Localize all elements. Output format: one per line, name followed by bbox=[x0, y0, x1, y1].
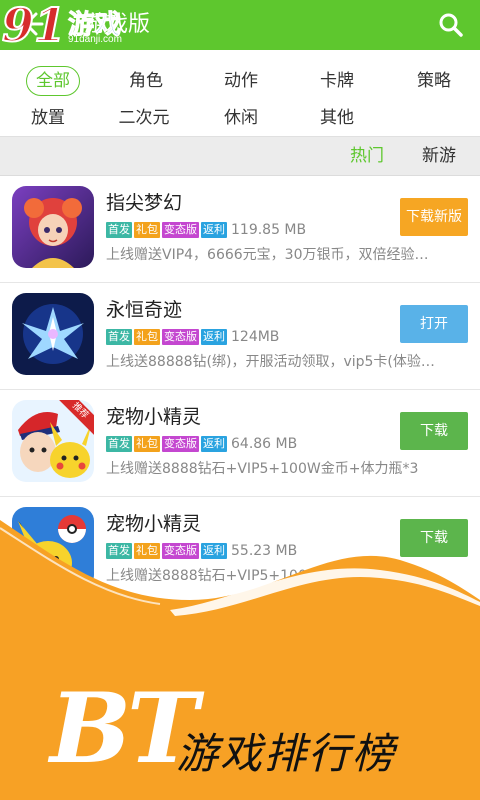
app-description: 上线送88888钻(绑)，开服活动领取，vip5卡(体验… bbox=[106, 354, 435, 370]
category-casual[interactable]: 休闲 bbox=[201, 102, 281, 134]
tag-rebate: 返利 bbox=[201, 436, 227, 452]
category-all[interactable]: 全部 bbox=[26, 66, 80, 96]
app-size: 124MB bbox=[231, 329, 280, 345]
category-action[interactable]: 动作 bbox=[201, 65, 281, 97]
app-description: 上线赠送VIP4，6666元宝，30万银币，双倍经验… bbox=[106, 247, 429, 263]
tag-gift: 礼包 bbox=[134, 222, 160, 238]
tag-rebate: 返利 bbox=[201, 222, 227, 238]
app-header: 游戏版 91 游戏 91danji.com bbox=[0, 0, 480, 53]
tag-gift: 礼包 bbox=[134, 543, 160, 559]
category-idle[interactable]: 放置 bbox=[8, 102, 88, 134]
app-icon[interactable] bbox=[12, 293, 94, 375]
category-anime[interactable]: 二次元 bbox=[104, 102, 184, 134]
tag-variant: 变态版 bbox=[162, 543, 199, 559]
tag-variant: 变态版 bbox=[162, 329, 199, 345]
app-size: 55.23 MB bbox=[231, 543, 298, 559]
app-name: 宠物小精灵 bbox=[106, 406, 202, 428]
tag-variant: 变态版 bbox=[162, 222, 199, 238]
category-other[interactable]: 其他 bbox=[297, 102, 377, 134]
category-role[interactable]: 角色 bbox=[106, 65, 186, 97]
app-name: 永恒奇迹 bbox=[106, 299, 183, 321]
list-item[interactable]: 推荐 宠物小精灵 首发 礼包 变态版 返利 64.86 MB 上线赠送8888钻… bbox=[0, 390, 480, 497]
search-button[interactable] bbox=[438, 12, 464, 38]
app-description: 上线赠送8888钻石+VIP5+100W金币+体 bbox=[106, 568, 375, 584]
winged-emblem-icon bbox=[12, 293, 94, 375]
watermark-url: 91danji.com bbox=[68, 34, 122, 45]
list-item[interactable]: 永恒奇迹 首发 礼包 变态版 返利 124MB 上线送88888钻(绑)，开服活… bbox=[0, 283, 480, 390]
tag-row: 首发 礼包 变态版 返利 119.85 MB bbox=[106, 221, 306, 239]
open-button[interactable]: 打开 bbox=[400, 305, 468, 343]
tag-gift: 礼包 bbox=[134, 329, 160, 345]
sort-bar: 热门 新游 bbox=[0, 136, 480, 176]
tag-row: 首发 礼包 变态版 返利 64.86 MB bbox=[106, 435, 297, 453]
category-card[interactable]: 卡牌 bbox=[297, 65, 377, 97]
app-icon[interactable] bbox=[12, 507, 94, 589]
tag-row: 首发 礼包 变态版 返利 55.23 MB bbox=[106, 542, 297, 560]
watermark-number: 91 bbox=[1, 0, 67, 53]
tag-rebate: 返利 bbox=[201, 543, 227, 559]
tag-gift: 礼包 bbox=[134, 436, 160, 452]
promo-bt-text: BT bbox=[50, 672, 199, 785]
pikachu-pokeball-icon bbox=[12, 507, 94, 589]
download-new-button[interactable]: 下载新版 bbox=[400, 198, 468, 236]
app-description: 上线赠送8888钻石+VIP5+100W金币+体力瓶*3 bbox=[106, 461, 419, 477]
category-grid: 全部 角色 动作 卡牌 策略 放置 二次元 休闲 其他 bbox=[0, 60, 480, 136]
watermark-logo: 91 游戏 91danji.com bbox=[1, 0, 152, 53]
tag-first-release: 首发 bbox=[106, 436, 132, 452]
download-button[interactable]: 下载 bbox=[400, 412, 468, 450]
category-strategy[interactable]: 策略 bbox=[394, 65, 474, 97]
sort-new-tab[interactable]: 新游 bbox=[422, 137, 456, 175]
tag-rebate: 返利 bbox=[201, 329, 227, 345]
tag-first-release: 首发 bbox=[106, 329, 132, 345]
download-button[interactable]: 下载 bbox=[400, 519, 468, 557]
list-item[interactable]: 宠物小精灵 首发 礼包 变态版 返利 55.23 MB 上线赠送8888钻石+V… bbox=[0, 497, 480, 604]
app-name: 宠物小精灵 bbox=[106, 513, 202, 535]
app-icon[interactable]: 推荐 bbox=[12, 400, 94, 482]
tag-first-release: 首发 bbox=[106, 543, 132, 559]
search-icon bbox=[439, 13, 463, 37]
app-size: 119.85 MB bbox=[231, 222, 307, 238]
promo-caption: 游戏排行榜 bbox=[176, 729, 397, 778]
tag-row: 首发 礼包 变态版 返利 124MB bbox=[106, 328, 279, 346]
list-item[interactable]: 指尖梦幻 首发 礼包 变态版 返利 119.85 MB 上线赠送VIP4，666… bbox=[0, 176, 480, 283]
app-size: 64.86 MB bbox=[231, 436, 298, 452]
tag-first-release: 首发 bbox=[106, 222, 132, 238]
tag-variant: 变态版 bbox=[162, 436, 199, 452]
app-icon[interactable] bbox=[12, 186, 94, 268]
sort-hot-tab[interactable]: 热门 bbox=[350, 137, 384, 175]
app-name: 指尖梦幻 bbox=[106, 192, 183, 214]
fairy-girl-icon bbox=[12, 186, 94, 268]
